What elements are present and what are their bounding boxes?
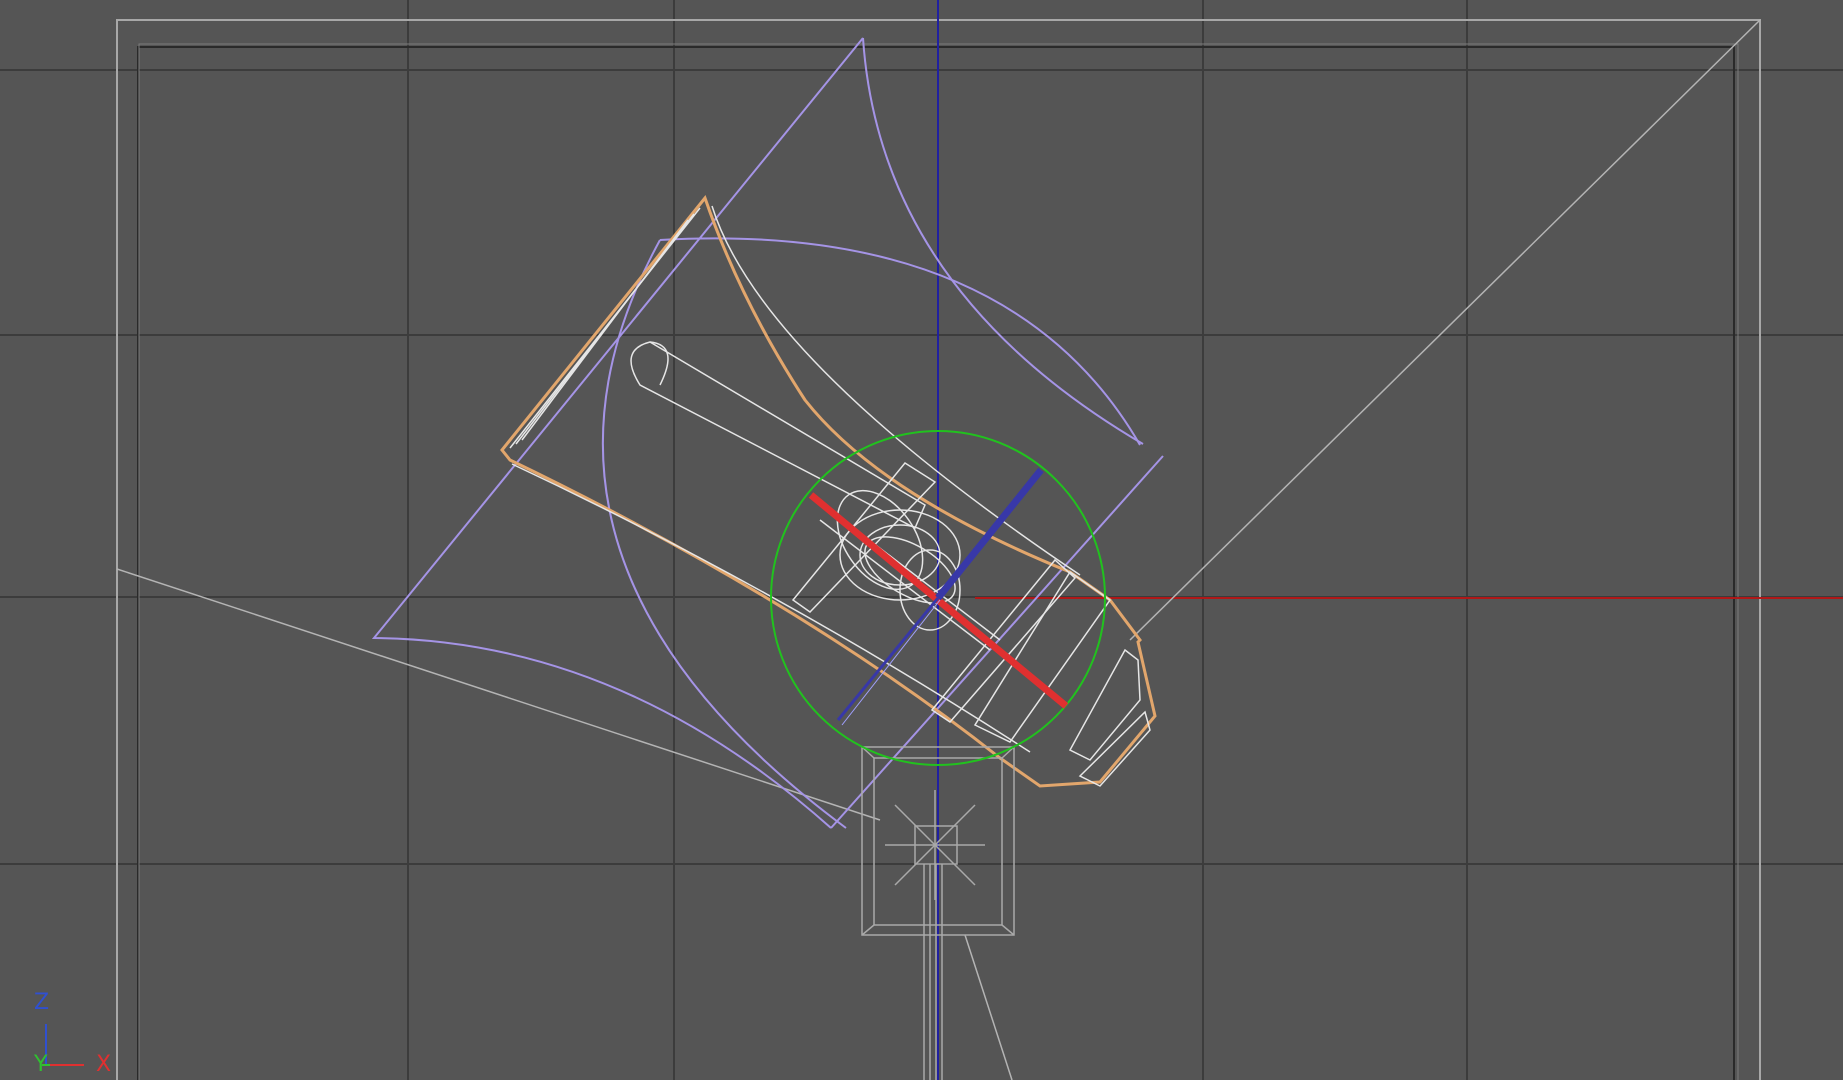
axis-label-z: Z [34,990,50,1015]
perspective-viewport[interactable]: Z Y X [0,0,1843,1080]
viewport-canvas[interactable] [0,0,1843,1080]
spotlight-cone [371,37,1164,829]
axis-label-x: X [96,1052,112,1077]
axis-tripod-icon [42,1024,84,1066]
axis-label-y: Y [34,1052,48,1077]
home-grid [0,0,1843,1080]
